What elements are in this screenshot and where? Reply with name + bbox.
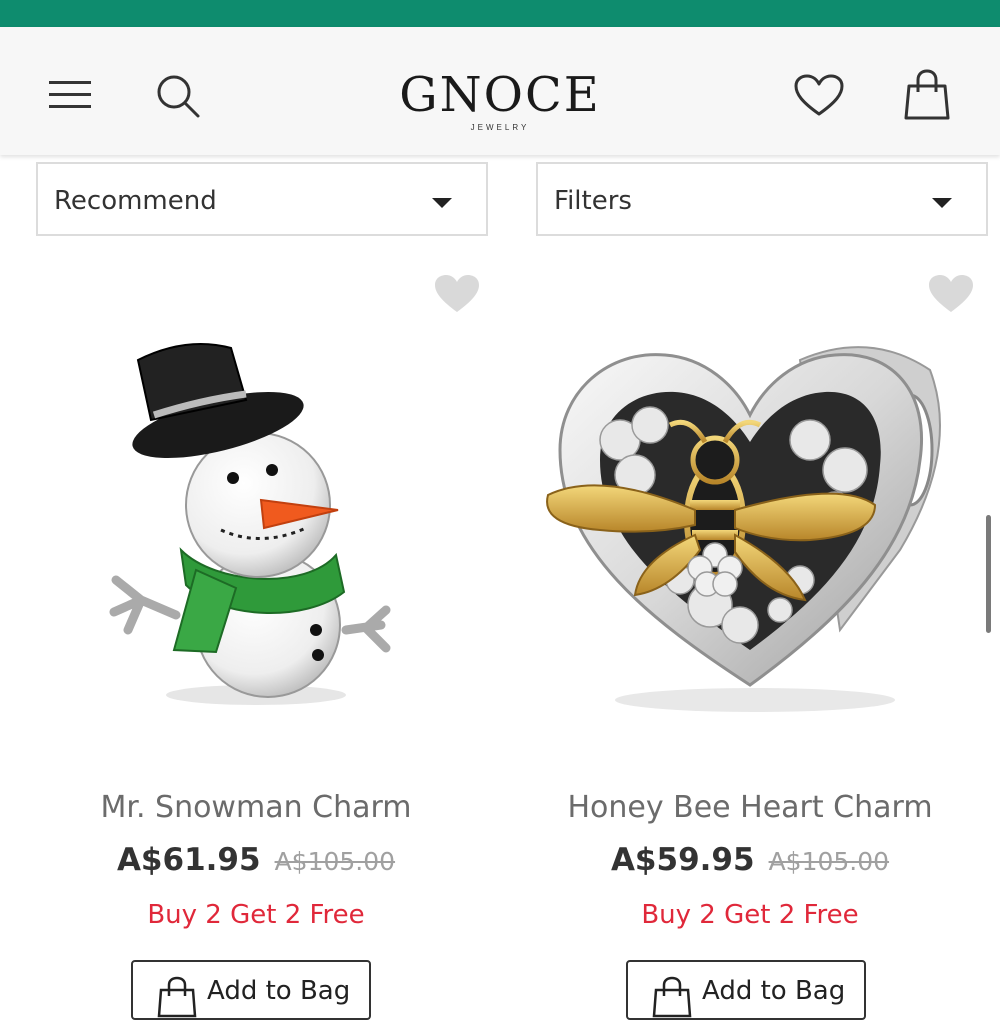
promo-label: Buy 2 Get 2 Free [147, 900, 365, 930]
filters-dropdown[interactable]: Filters [536, 162, 988, 236]
product-prices: A$61.95 A$105.00 [6, 842, 506, 878]
product-original-price: A$105.00 [274, 847, 396, 876]
chevron-down-icon [432, 198, 452, 208]
shopping-bag-icon [652, 976, 692, 1018]
site-header: GNOCE JEWELRY [0, 27, 1000, 155]
product-price: A$59.95 [610, 842, 755, 878]
product-card-snowman[interactable]: Mr. Snowman Charm A$61.95 A$105.00 Buy 2 … [6, 270, 506, 1020]
filters-dropdown-label: Filters [554, 186, 632, 216]
product-price: A$61.95 [116, 842, 261, 878]
wishlist-heart-icon[interactable] [434, 274, 480, 314]
product-card-honey-bee[interactable]: Honey Bee Heart Charm A$59.95 A$105.00 Bu… [500, 270, 1000, 1020]
add-to-bag-label: Add to Bag [207, 976, 351, 1006]
brand-subtitle: JEWELRY [470, 123, 530, 132]
brand-name: GNOCE [399, 67, 601, 123]
sort-dropdown[interactable]: Recommend [36, 162, 488, 236]
product-image-honey-bee[interactable] [540, 330, 960, 750]
product-original-price: A$105.00 [768, 847, 890, 876]
menu-button[interactable] [44, 73, 96, 117]
shopping-bag-icon [157, 976, 197, 1018]
menu-icon [49, 81, 91, 108]
search-icon [157, 75, 200, 118]
shopping-bag-icon [904, 69, 950, 120]
add-to-bag-label: Add to Bag [702, 976, 846, 1006]
wishlist-button[interactable] [790, 69, 848, 123]
wishlist-heart-icon[interactable] [928, 274, 974, 314]
sort-dropdown-value: Recommend [54, 186, 217, 216]
search-button[interactable] [150, 71, 206, 121]
product-prices: A$59.95 A$105.00 [500, 842, 1000, 878]
chevron-down-icon [932, 198, 952, 208]
brand-logo[interactable]: GNOCE JEWELRY [380, 69, 620, 132]
add-to-bag-button[interactable]: Add to Bag [626, 960, 866, 1020]
top-accent-bar [0, 0, 1000, 27]
heart-icon [794, 74, 844, 116]
bag-button[interactable] [898, 65, 956, 123]
scrollbar-thumb[interactable] [986, 515, 991, 633]
product-name[interactable]: Mr. Snowman Charm [6, 790, 506, 825]
product-image-snowman[interactable] [46, 330, 466, 750]
promo-label: Buy 2 Get 2 Free [641, 900, 859, 930]
add-to-bag-button[interactable]: Add to Bag [131, 960, 371, 1020]
product-name[interactable]: Honey Bee Heart Charm [500, 790, 1000, 825]
